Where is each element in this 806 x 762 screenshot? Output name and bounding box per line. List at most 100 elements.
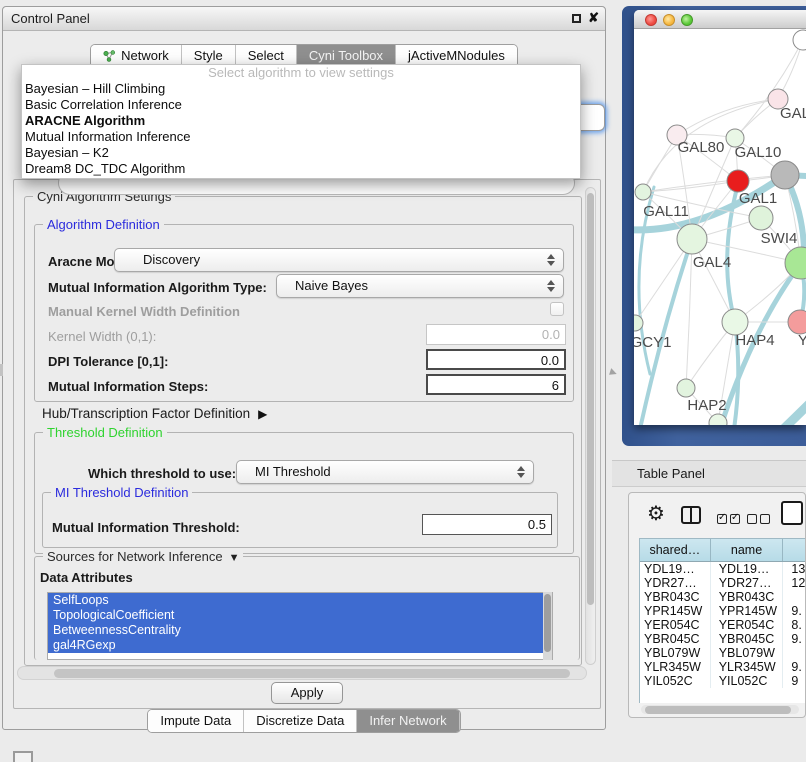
control-panel-titlebar: Control Panel ✘ [3,7,605,31]
algorithm-option-mutual-information-inference[interactable]: Mutual Information Inference [22,129,580,145]
algorithm-dropdown: Select algorithm to view settings Bayesi… [21,64,581,179]
sources-title[interactable]: Sources for Network Inference [43,549,243,564]
mi-type-value: Naive Bayes [295,278,368,293]
settings-horizontal-scrollbar [17,666,587,680]
network-node[interactable] [749,206,773,230]
column-header-shared[interactable]: shared… [640,539,711,561]
which-threshold-select[interactable]: MI Threshold [236,460,534,484]
deselect-checkboxes-icon[interactable] [747,511,773,529]
table-row[interactable]: YLR345WYLR345W9. [640,660,806,674]
desktop: Control Panel ✘ NetworkStyleSelectCyni T… [0,0,806,762]
bottom-tab-infer-network[interactable]: Infer Network [357,710,459,732]
bottom-tab-impute-data[interactable]: Impute Data [148,710,244,732]
mac-minimize-button[interactable] [663,14,675,26]
network-edge[interactable] [735,40,803,138]
settings-horizontal-scrollbar-thumb[interactable] [54,669,570,678]
table-cell: YLR345W [711,660,784,674]
algorithm-list: Bayesian – Hill ClimbingBasic Correlatio… [22,81,580,177]
close-icon[interactable]: ✘ [588,10,599,26]
tab-label: jActiveMNodules [408,48,505,63]
algorithm-option-basic-correlation-inference[interactable]: Basic Correlation Inference [22,97,580,113]
settings-vertical-scrollbar-thumb[interactable] [587,193,594,605]
table-cell: YDR27… [640,576,711,590]
network-node[interactable] [793,30,806,50]
network-node[interactable] [635,184,651,200]
table-horizontal-scrollbar-thumb[interactable] [645,706,791,714]
kernel-width-input: 0.0 [426,324,566,345]
network-node[interactable] [788,310,806,334]
apply-button[interactable]: Apply [271,682,343,704]
node-label-gal80: GAL80 [678,139,725,156]
algorithm-option-bayesian-k2[interactable]: Bayesian – K2 [22,145,580,161]
table-row[interactable]: YDL19…YDL19…13 [640,562,806,576]
table-document-icon[interactable] [781,501,803,525]
table-cell: YDR27… [711,576,784,590]
panel-edge-mark [0,364,3,376]
node-label-gal10: GAL10 [735,144,782,161]
attribute-topologicalcoefficient[interactable]: TopologicalCoefficient [48,608,552,623]
table-row[interactable]: YBR045CYBR045C9. [640,632,806,646]
float-window-icon[interactable] [572,14,581,23]
table-cell: YIL052C [711,674,784,688]
algorithm-option-bayesian-hill-climbing[interactable]: Bayesian – Hill Climbing [22,81,580,97]
split-columns-icon[interactable] [681,506,701,524]
attribute-gal4rgexp[interactable]: gal4RGexp [48,638,552,653]
node-label-gal11: GAL11 [643,203,689,220]
network-node[interactable] [785,247,806,279]
table-row[interactable]: YER054CYER054C8. [640,618,806,632]
table-cell: YDL19… [640,562,711,576]
attribute-selfloops[interactable]: SelfLoops [48,593,552,608]
table-row[interactable]: YIL052CYIL052C9 [640,674,806,688]
network-canvas[interactable]: GALGAL80GAL10GAL1GAL11SWI4GAL4GCY1HAP4YH… [634,29,806,425]
table-cell: 9 [783,674,806,688]
table-row[interactable]: YBR043CYBR043C [640,590,806,604]
mi-threshold-label: Mutual Information Threshold: [52,520,240,535]
network-node[interactable] [677,224,707,254]
which-threshold-label: Which threshold to use: [88,466,236,481]
node-label-gal1: GAL1 [739,190,777,207]
tab-label: Select [248,48,284,63]
network-window-titlebar [634,10,806,29]
data-attributes-list[interactable]: SelfLoopsTopologicalCoefficientBetweenne… [47,592,553,660]
column-header-a[interactable]: A [783,539,806,561]
network-edge[interactable] [686,239,692,388]
table-row[interactable]: YPR145WYPR145W9. [640,604,806,618]
hub-definition-expander[interactable]: Hub/Transcription Factor Definition [42,406,267,421]
mi-type-label: Mutual Information Algorithm Type: [48,280,267,295]
network-edge[interactable] [752,395,806,425]
spinner-icon [547,253,554,267]
mi-algorithm-type-select[interactable]: Naive Bayes [276,274,564,298]
table-panel-title: Table Panel [637,466,705,481]
bottom-tab-strip-wrap: Impute DataDiscretize DataInfer Network [3,709,605,733]
network-node[interactable] [677,379,695,397]
mi-steps-input[interactable]: 6 [426,374,566,395]
table-toolbar: ⚙︎ [629,493,805,537]
threshold-definition-title: Threshold Definition [43,425,167,440]
dpi-tolerance-label: DPI Tolerance [0,1]: [48,354,168,369]
table-cell: YBR045C [640,632,711,646]
mac-close-button[interactable] [645,14,657,26]
table-cell: 9. [783,604,806,618]
aracne-mode-select[interactable]: Discovery [114,248,564,272]
attributes-scrollbar-thumb[interactable] [544,594,551,652]
mac-zoom-button[interactable] [681,14,693,26]
algorithm-option-dream8-dc-tdc-algorithm[interactable]: Dream8 DC_TDC Algorithm [22,161,580,177]
network-node[interactable] [727,170,749,192]
node-label-hap4: HAP4 [735,332,774,349]
dpi-tolerance-input[interactable]: 0.0 [426,349,566,370]
attribute-betweennesscentrality[interactable]: BetweennessCentrality [48,623,552,638]
network-node[interactable] [771,161,799,189]
mi-threshold-input[interactable]: 0.5 [422,514,552,535]
algorithm-option-aracne-algorithm[interactable]: ARACNE Algorithm [22,113,580,129]
column-header-name[interactable]: name [711,539,784,561]
table-cell: YLR345W [640,660,711,674]
table-cell [783,646,806,660]
manual-kernel-checkbox[interactable] [550,302,564,316]
settings-vertical-scrollbar [585,187,596,665]
bottom-tab-discretize-data[interactable]: Discretize Data [244,710,357,732]
table-row[interactable]: YDR27…YDR27…12 [640,576,806,590]
table-cell [783,590,806,604]
settings-gear-icon[interactable]: ⚙︎ [647,501,665,526]
select-all-checkboxes-icon[interactable] [717,511,743,529]
table-row[interactable]: YBL079WYBL079W [640,646,806,660]
